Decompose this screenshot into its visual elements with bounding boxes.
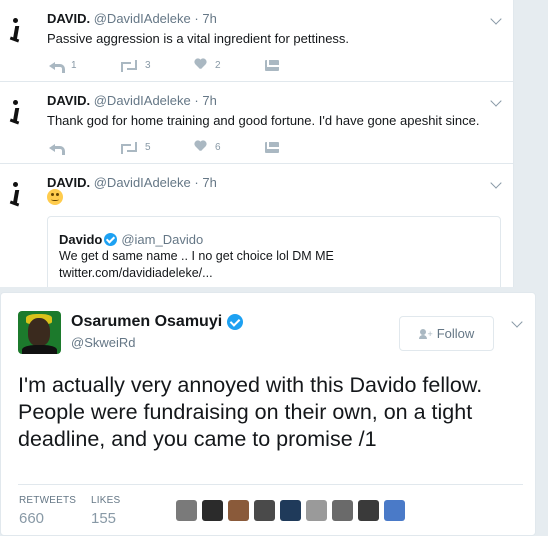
avatar[interactable]: [9, 18, 22, 48]
liker-avatars: [176, 500, 410, 521]
heart-icon: [194, 59, 207, 71]
reply-button[interactable]: [49, 140, 71, 155]
message-button[interactable]: [265, 58, 279, 72]
author-handle[interactable]: @DavidIAdeleke: [94, 93, 191, 108]
author-name-row: Osarumen Osamuyi: [71, 313, 247, 331]
liker-avatar[interactable]: [384, 500, 405, 521]
quoted-author-name: Davido: [59, 232, 103, 247]
envelope-icon: [265, 59, 279, 71]
verified-badge-icon: [104, 233, 118, 246]
retweet-count: 5: [145, 141, 151, 153]
upside-down-face-icon: [47, 189, 63, 205]
follow-label: Follow: [436, 326, 475, 341]
avatar[interactable]: [18, 311, 61, 354]
quoted-tweet-text: We get d same name .. I no get choice lo…: [59, 249, 334, 263]
chevron-down-icon[interactable]: [490, 95, 502, 107]
retweets-label: RETWEETS: [19, 495, 77, 506]
timestamp[interactable]: 7h: [202, 93, 216, 108]
retweet-count: 3: [145, 59, 151, 71]
timestamp[interactable]: 7h: [202, 11, 216, 26]
avatar[interactable]: [9, 100, 22, 130]
tweet-text: I'm actually very annoyed with this Davi…: [18, 373, 483, 451]
likes-count: 155: [91, 510, 117, 527]
verified-badge-icon: [227, 314, 244, 330]
reply-icon: [49, 142, 65, 155]
reply-icon: [49, 60, 65, 73]
quoted-tweet[interactable]: Davido @iam_Davido We get d same name ..…: [47, 216, 501, 287]
retweets-stat[interactable]: RETWEETS 660: [19, 495, 76, 527]
envelope-icon: [265, 141, 279, 153]
liker-avatar[interactable]: [254, 500, 275, 521]
liker-avatar[interactable]: [280, 500, 301, 521]
liker-avatar[interactable]: [176, 500, 197, 521]
liker-avatar[interactable]: [358, 500, 379, 521]
liker-avatar[interactable]: [332, 500, 353, 521]
chevron-down-icon[interactable]: [490, 177, 502, 189]
author-name[interactable]: DAVID.: [47, 11, 90, 26]
heart-icon: [194, 141, 207, 153]
embedded-tweet: Osarumen Osamuyi @SkweiRd + Follow I'm a…: [0, 292, 536, 536]
reply-button[interactable]: 1: [49, 58, 77, 73]
author-name[interactable]: DAVID.: [47, 93, 90, 108]
retweet-button[interactable]: 5: [121, 140, 151, 154]
author-handle[interactable]: @DavidIAdeleke: [94, 175, 191, 190]
tweet-text: Thank god for home training and good for…: [47, 113, 480, 128]
retweet-icon: [121, 59, 137, 72]
tweet[interactable]: DAVID. @DavidIAdeleke · 7h Thank god for…: [0, 82, 513, 164]
retweet-icon: [121, 141, 137, 154]
follow-button[interactable]: + Follow: [399, 316, 494, 351]
chevron-down-icon[interactable]: [490, 13, 502, 25]
tweet-header: DAVID. @DavidIAdeleke · 7h: [47, 11, 217, 26]
timestamp[interactable]: 7h: [202, 175, 216, 190]
liker-avatar[interactable]: [202, 500, 223, 521]
like-button[interactable]: 6: [194, 140, 221, 154]
quoted-tweet-header: Davido @iam_Davido: [59, 232, 203, 247]
add-user-icon: +: [418, 328, 433, 339]
like-button[interactable]: 2: [194, 58, 221, 72]
liker-avatar[interactable]: [228, 500, 249, 521]
author-name[interactable]: Osarumen Osamuyi: [71, 313, 222, 331]
tweet-stats: RETWEETS 660 LIKES 155: [18, 484, 523, 527]
like-count: 6: [215, 141, 221, 153]
author-handle[interactable]: @DavidIAdeleke: [94, 11, 191, 26]
tweet-text: Passive aggression is a vital ingredient…: [47, 31, 350, 46]
like-count: 2: [215, 59, 221, 71]
avatar[interactable]: [9, 182, 22, 212]
quoted-tweet-link[interactable]: twitter.com/davidiadeleke/...: [59, 266, 213, 280]
chevron-down-icon[interactable]: [511, 316, 523, 328]
retweet-button[interactable]: 3: [121, 58, 151, 72]
message-button[interactable]: [265, 140, 279, 154]
retweets-count: 660: [19, 510, 45, 527]
liker-avatar[interactable]: [306, 500, 327, 521]
tweet-header: DAVID. @DavidIAdeleke · 7h: [47, 93, 217, 108]
timeline: DAVID. @DavidIAdeleke · 7h Passive aggre…: [0, 0, 514, 287]
tweet-header: DAVID. @DavidIAdeleke · 7h: [47, 175, 217, 190]
likes-stat[interactable]: LIKES 155: [91, 495, 120, 527]
tweet[interactable]: DAVID. @DavidIAdeleke · 7h Passive aggre…: [0, 0, 513, 82]
author-handle[interactable]: @SkweiRd: [71, 335, 136, 350]
likes-label: LIKES: [91, 495, 121, 506]
reply-count: 1: [71, 59, 77, 71]
quoted-author-handle: @iam_Davido: [121, 232, 204, 247]
author-name[interactable]: DAVID.: [47, 175, 90, 190]
